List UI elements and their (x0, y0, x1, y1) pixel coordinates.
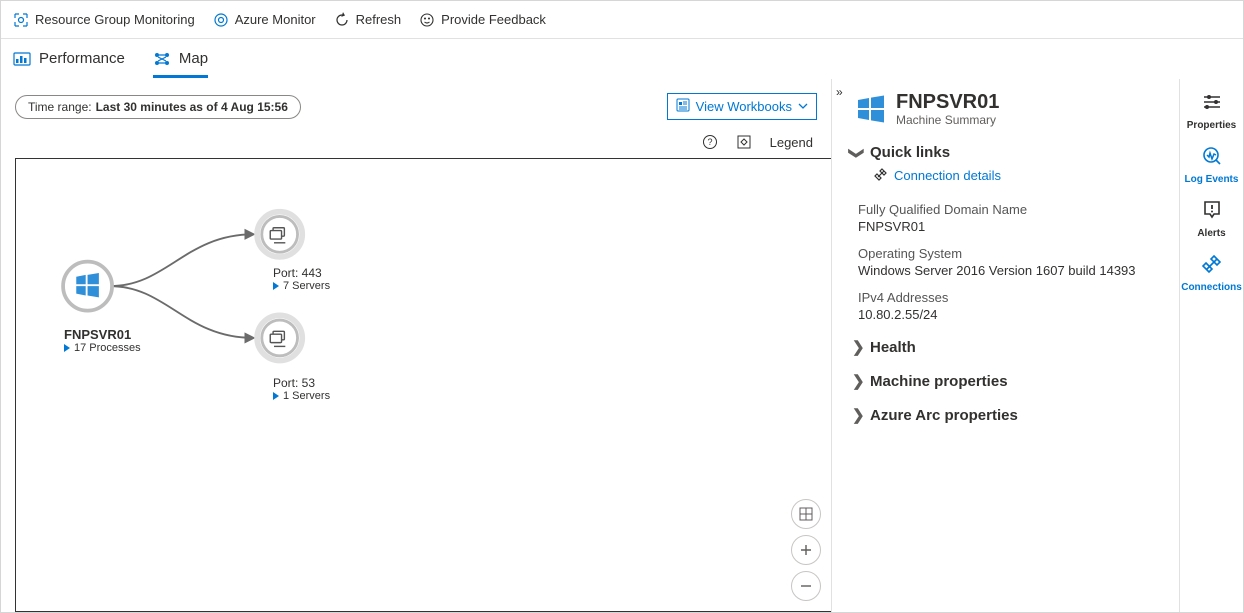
map-node-machine[interactable]: FNPSVR01 17 Processes (64, 327, 141, 354)
properties-sliders-icon (1201, 91, 1223, 116)
time-range-value: Last 30 minutes as of 4 Aug 15:56 (96, 100, 288, 114)
chevron-down-icon (798, 99, 808, 114)
zoom-in-button[interactable] (791, 535, 821, 565)
cmd-resource-group-monitoring[interactable]: Resource Group Monitoring (13, 12, 195, 28)
map-graph-icon (153, 50, 171, 68)
tab-label: Map (179, 50, 208, 67)
time-range-pill[interactable]: Time range: Last 30 minutes as of 4 Aug … (15, 95, 301, 119)
details-panel: » FNPSVR01 Machine Summary ❯ (831, 79, 1179, 612)
connections-plug-icon (1201, 253, 1223, 278)
expand-triangle-icon (273, 282, 279, 290)
workbooks-label: View Workbooks (696, 99, 792, 114)
tab-map[interactable]: Map (153, 39, 208, 78)
chevron-right-icon: ❯ (852, 406, 862, 424)
rail-label: Properties (1187, 120, 1236, 131)
map-node-port-53[interactable]: Port: 53 1 Servers (273, 376, 330, 402)
ip-value: 10.80.2.55/24 (858, 307, 1163, 322)
chevron-down-icon: ❯ (848, 147, 866, 157)
fqdn-value: FNPSVR01 (858, 219, 1163, 234)
log-events-icon (1201, 145, 1223, 170)
chevron-right-icon: ❯ (852, 372, 862, 390)
workbook-icon (676, 98, 690, 115)
os-label: Operating System (858, 246, 1163, 261)
rail-log-events[interactable]: Log Events (1180, 145, 1243, 185)
time-range-label: Time range: (28, 100, 92, 114)
expand-triangle-icon (64, 344, 70, 352)
map-node-port-label: Port: 443 (273, 266, 330, 280)
details-subtitle: Machine Summary (896, 113, 999, 127)
fqdn-label: Fully Qualified Domain Name (858, 202, 1163, 217)
cmd-label: Azure Monitor (235, 12, 316, 27)
collapse-panel-button[interactable]: » (836, 85, 843, 99)
cmd-refresh[interactable]: Refresh (334, 12, 402, 28)
target-icon (13, 12, 29, 28)
smiley-icon (419, 12, 435, 28)
azure-monitor-icon (213, 12, 229, 28)
section-quick-links[interactable]: ❯ Quick links (852, 139, 1163, 165)
map-node-servers[interactable]: 1 Servers (273, 390, 330, 402)
performance-chart-icon (13, 50, 31, 68)
map-canvas[interactable]: FNPSVR01 17 Processes Port: 443 7 Server… (15, 158, 831, 612)
connections-icon (874, 167, 888, 184)
details-title: FNPSVR01 (896, 91, 999, 113)
section-machine-properties[interactable]: ❯ Machine properties (852, 368, 1163, 394)
cmd-label: Refresh (356, 12, 402, 27)
map-node-processes[interactable]: 17 Processes (64, 342, 141, 354)
tab-strip: Performance Map (1, 39, 1243, 79)
rail-label: Log Events (1185, 174, 1239, 185)
os-value: Windows Server 2016 Version 1607 build 1… (858, 263, 1163, 278)
cmd-provide-feedback[interactable]: Provide Feedback (419, 12, 546, 28)
tab-performance[interactable]: Performance (13, 39, 125, 78)
rail-label: Alerts (1197, 228, 1225, 239)
section-azure-arc-properties[interactable]: ❯ Azure Arc properties (852, 402, 1163, 428)
refresh-icon (334, 12, 350, 28)
alerts-icon (1201, 199, 1223, 224)
tab-label: Performance (39, 50, 125, 67)
svg-text:?: ? (707, 137, 712, 147)
user-array-icon[interactable] (736, 134, 752, 150)
command-bar: Resource Group Monitoring Azure Monitor … (1, 1, 1243, 39)
map-node-title: FNPSVR01 (64, 327, 141, 342)
windows-icon (856, 94, 886, 124)
rail-properties[interactable]: Properties (1180, 91, 1243, 131)
cmd-label: Provide Feedback (441, 12, 546, 27)
section-title: Quick links (870, 144, 950, 161)
map-node-port-label: Port: 53 (273, 376, 330, 390)
section-title: Machine properties (870, 373, 1008, 390)
link-connection-details[interactable]: Connection details (874, 167, 1001, 184)
link-label: Connection details (894, 168, 1001, 183)
right-rail: Properties Log Events Alerts Connections (1179, 79, 1243, 612)
ip-label: IPv4 Addresses (858, 290, 1163, 305)
help-icon[interactable]: ? (702, 134, 718, 150)
map-node-port-443[interactable]: Port: 443 7 Servers (273, 266, 330, 292)
legend-label[interactable]: Legend (770, 135, 813, 150)
cmd-azure-monitor[interactable]: Azure Monitor (213, 12, 316, 28)
map-node-servers[interactable]: 7 Servers (273, 280, 330, 292)
chevron-right-icon: ❯ (852, 338, 862, 356)
rail-connections[interactable]: Connections (1180, 253, 1243, 293)
cmd-label: Resource Group Monitoring (35, 12, 195, 27)
rail-label: Connections (1181, 282, 1242, 293)
section-title: Azure Arc properties (870, 407, 1018, 424)
zoom-controls (791, 499, 821, 601)
section-title: Health (870, 339, 916, 356)
view-workbooks-button[interactable]: View Workbooks (667, 93, 817, 120)
expand-triangle-icon (273, 392, 279, 400)
zoom-fit-button[interactable] (791, 499, 821, 529)
section-health[interactable]: ❯ Health (852, 334, 1163, 360)
zoom-out-button[interactable] (791, 571, 821, 601)
rail-alerts[interactable]: Alerts (1180, 199, 1243, 239)
